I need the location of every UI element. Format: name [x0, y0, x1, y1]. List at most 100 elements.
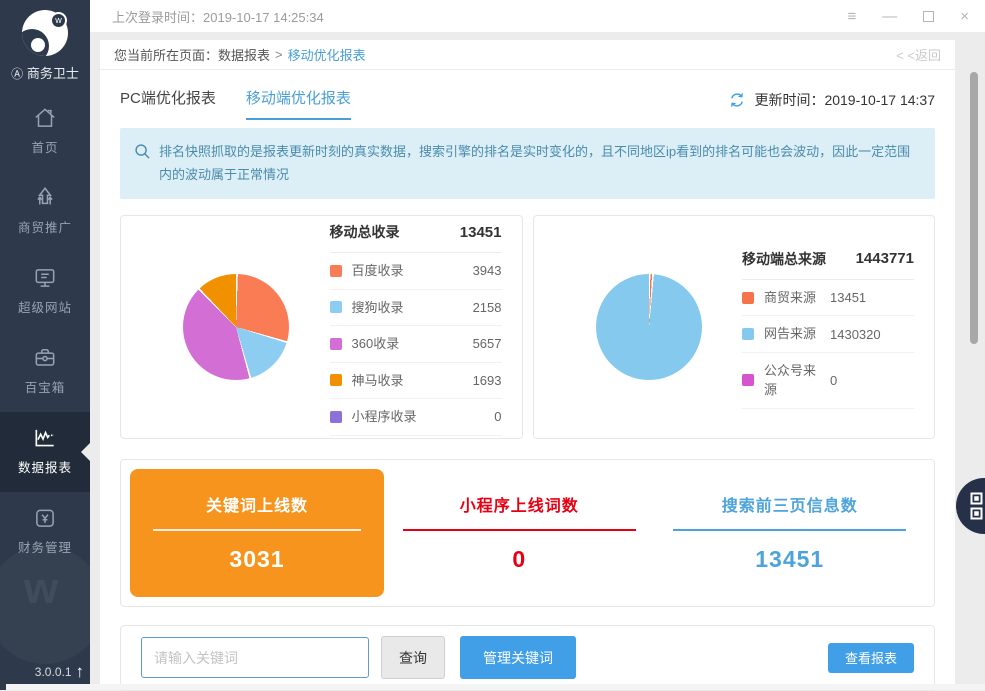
legend-value: 5657 [473, 336, 502, 351]
toolbox-icon [32, 345, 58, 371]
manage-keywords-button[interactable]: 管理关键词 [460, 636, 576, 679]
sidebar-item-reports[interactable]: 数据报表 [0, 412, 90, 492]
window-bottom-edge [6, 684, 985, 690]
tab-mobile-report[interactable]: 移动端优化报表 [246, 87, 351, 120]
stat-label: 关键词上线数 [206, 492, 308, 516]
view-report-button[interactable]: 查看报表 [828, 643, 914, 673]
sidebar-item-label: 百宝箱 [0, 377, 90, 396]
legend-value: 2158 [473, 300, 502, 315]
stat-top3-pages-info: 搜索前三页信息数 13451 [655, 469, 926, 597]
charts-row: 移动总收录 13451 百度收录 3943 搜狗收录 2158 360收录 5657 神马收… [120, 215, 935, 439]
legend-swatch [330, 301, 342, 313]
chart-title: 移动总收录 [330, 222, 400, 242]
chart-title: 移动端总来源 [742, 249, 826, 269]
shield-watermark: w [0, 546, 90, 664]
legend-label: 公众号来源 [764, 361, 824, 400]
breadcrumb-section: 数据报表 [218, 45, 270, 64]
report-icon [32, 425, 58, 451]
notice-banner: 排名快照抓取的是报表更新时刻的真实数据，搜索引擎的排名是实时变化的，且不同地区i… [120, 128, 935, 199]
close-icon[interactable]: × [960, 9, 969, 24]
legend-label: 360收录 [352, 334, 467, 354]
legend-value: 0 [494, 409, 501, 424]
maximize-icon[interactable] [923, 11, 934, 22]
stat-keywords-online: 关键词上线数 3031 [130, 469, 384, 597]
legend-label: 小程序收录 [352, 407, 489, 427]
legend-swatch [742, 328, 754, 340]
legend-label: 百度收录 [352, 261, 467, 281]
legend-item: 商贸来源 13451 [742, 280, 914, 317]
minimize-icon[interactable]: — [882, 9, 897, 24]
window-controls: ≡ — × [847, 9, 969, 24]
sidebar-item-label: 商贸推广 [0, 217, 90, 236]
brand-name: Ⓐ 商务卫士 [0, 63, 90, 82]
legend: 移动端总来源 1443771 商贸来源 13451 网告来源 1430320 公众号来源… [742, 245, 914, 409]
legend-value: 1430320 [830, 327, 881, 342]
qr-code-float-button[interactable] [956, 478, 985, 534]
legend-header: 移动端总来源 1443771 [742, 245, 914, 280]
app-logo: w Ⓐ 商务卫士 [0, 0, 90, 82]
stat-value: 3031 [229, 546, 284, 573]
query-button[interactable]: 查询 [381, 636, 445, 679]
shield-badge-icon: Ⓐ [11, 67, 23, 81]
stat-value: 13451 [755, 546, 824, 573]
legend-label: 网告来源 [764, 324, 824, 344]
stat-value: 0 [512, 546, 526, 573]
legend-label: 神马收录 [352, 371, 467, 391]
upgrade-arrow-icon: ↑ [76, 663, 85, 680]
sidebar-item-home[interactable]: 首页 [0, 92, 90, 172]
tab-pc-report[interactable]: PC端优化报表 [120, 87, 216, 120]
sidebar-item-label: 超级网站 [0, 297, 90, 316]
sidebar-item-promotion[interactable]: 商贸推广 [0, 172, 90, 252]
legend-label: 商贸来源 [764, 288, 824, 308]
legend: 移动总收录 13451 百度收录 3943 搜狗收录 2158 360收录 5657 神马收… [330, 218, 502, 436]
legend-label: 搜狗收录 [352, 298, 467, 318]
legend-swatch [330, 338, 342, 350]
website-icon [32, 265, 58, 291]
home-icon [32, 105, 58, 131]
stats-card: 关键词上线数 3031 小程序上线词数 0 搜索前三页信息数 13451 [120, 459, 935, 607]
search-icon [134, 143, 151, 160]
legend-header: 移动总收录 13451 [330, 218, 502, 253]
legend-swatch [330, 374, 342, 386]
breadcrumb: 您当前所在页面：数据报表 > 移动优化报表 < <返回 [100, 40, 955, 70]
logo-letter-badge: w [50, 12, 67, 29]
version-indicator[interactable]: 3.0.0.1 ↑ [35, 663, 84, 680]
breadcrumb-prefix: 您当前所在页面： [114, 45, 218, 64]
legend-value: 3943 [473, 263, 502, 278]
stat-divider [673, 529, 906, 531]
sidebar-item-toolbox[interactable]: 百宝箱 [0, 332, 90, 412]
refresh-icon[interactable] [728, 91, 746, 109]
legend-swatch [742, 292, 754, 304]
keyword-input[interactable] [141, 637, 369, 678]
legend-value: 13451 [830, 290, 866, 305]
notice-text: 排名快照抓取的是报表更新时刻的真实数据，搜索引擎的排名是实时变化的，且不同地区i… [159, 140, 917, 187]
legend-swatch [330, 265, 342, 277]
main-panel: 您当前所在页面：数据报表 > 移动优化报表 < <返回 PC端优化报表 移动端优… [100, 40, 955, 685]
chart-total: 13451 [460, 224, 502, 241]
stat-label: 小程序上线词数 [460, 492, 579, 516]
stat-miniprogram-words: 小程序上线词数 0 [384, 469, 655, 597]
legend-item: 搜狗收录 2158 [330, 290, 502, 327]
breadcrumb-separator: > [275, 47, 283, 62]
stat-divider [153, 529, 361, 531]
keyword-toolbar: 查询 管理关键词 查看报表 [120, 625, 935, 691]
back-link[interactable]: < <返回 [896, 45, 941, 64]
update-time-label: 更新时间：2019-10-17 14:37 [754, 90, 935, 110]
sidebar-item-website[interactable]: 超级网站 [0, 252, 90, 332]
sidebar: w Ⓐ 商务卫士 首页 商贸推广 超级网站 [0, 0, 90, 690]
legend-item: 神马收录 1693 [330, 363, 502, 400]
legend-item: 公众号来源0 [742, 353, 914, 409]
legend-item: 网告来源 1430320 [742, 316, 914, 353]
sidebar-nav: 首页 商贸推广 超级网站 百宝箱 [0, 92, 90, 572]
vertical-scrollbar-thumb[interactable] [970, 72, 978, 344]
menu-icon[interactable]: ≡ [847, 9, 856, 24]
version-label: 3.0.0.1 [35, 665, 72, 679]
legend-swatch [742, 374, 754, 386]
pie-chart [183, 274, 289, 380]
breadcrumb-current[interactable]: 移动优化报表 [288, 45, 366, 64]
legend-value: 1693 [473, 373, 502, 388]
sidebar-item-label: 数据报表 [0, 457, 90, 476]
title-bar: 上次登录时间：2019-10-17 14:25:34 ≡ — × [90, 0, 985, 32]
legend-item: 小程序收录 0 [330, 399, 502, 436]
qr-code-icon [969, 491, 985, 521]
